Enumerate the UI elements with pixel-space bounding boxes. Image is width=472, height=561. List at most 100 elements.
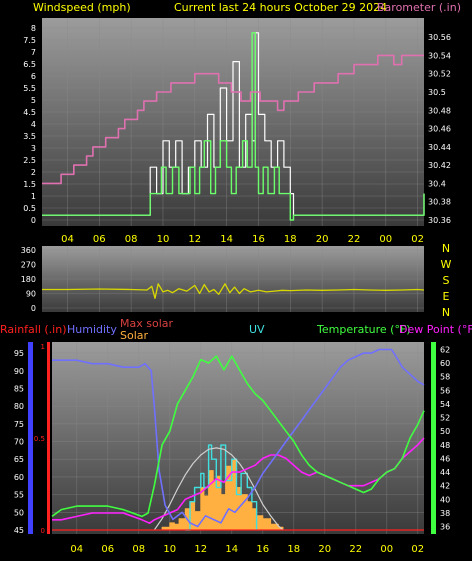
barometer-tick: 30.46 bbox=[428, 125, 451, 134]
windspeed-tick: 8 bbox=[31, 24, 36, 33]
compass-tick: N bbox=[442, 306, 450, 319]
top-time-axis: 04 06 08 10 12 14 16 18 20 22 00 02 bbox=[61, 234, 424, 245]
temperature-tick: 48 bbox=[440, 441, 450, 450]
windspeed-tick: 4 bbox=[31, 120, 36, 129]
barometer-axis: 30.36 30.38 30.4 30.42 30.44 30.46 30.48 30.5 30… bbox=[428, 33, 451, 225]
time-tick: 08 bbox=[132, 544, 145, 555]
time-tick: 18 bbox=[287, 544, 300, 555]
temperature-tick: 52 bbox=[440, 414, 450, 423]
direction-tick: 90 bbox=[26, 290, 36, 299]
windspeed-tick: 5 bbox=[31, 96, 36, 105]
rain-axis-bar bbox=[47, 342, 50, 534]
time-tick: 10 bbox=[163, 544, 176, 555]
solar-label: Solar bbox=[120, 329, 149, 342]
time-tick: 04 bbox=[61, 234, 74, 245]
humidity-tick: 70 bbox=[14, 438, 24, 447]
temperature-tick: 46 bbox=[440, 454, 450, 463]
bottom-time-axis: 04 06 08 10 12 14 16 18 20 22 00 02 bbox=[70, 544, 424, 555]
barometer-tick: 30.38 bbox=[428, 198, 451, 207]
temperature-tick: 40 bbox=[440, 495, 450, 504]
barometer-title: Barometer (.in) bbox=[377, 1, 461, 14]
temperature-label: Temperature (°F) bbox=[316, 323, 411, 336]
barometer-tick: 30.42 bbox=[428, 161, 451, 170]
temperature-tick: 42 bbox=[440, 482, 450, 491]
humidity-tick: 95 bbox=[14, 349, 24, 358]
compass-tick: W bbox=[441, 258, 452, 271]
direction-tick: 270 bbox=[21, 261, 36, 270]
time-tick: 12 bbox=[194, 544, 207, 555]
time-tick: 12 bbox=[188, 234, 201, 245]
windspeed-tick: 2.5 bbox=[23, 156, 36, 165]
time-tick: 18 bbox=[284, 234, 297, 245]
time-tick: 00 bbox=[379, 234, 392, 245]
windspeed-tick: 2 bbox=[31, 168, 36, 177]
temp-humidity-panel: 4550556065707580859095 00.51 36384042444… bbox=[14, 342, 450, 555]
temperature-tick: 58 bbox=[440, 373, 450, 382]
humidity-tick: 75 bbox=[14, 420, 24, 429]
windspeed-tick: 1.5 bbox=[23, 180, 36, 189]
time-tick: 00 bbox=[380, 544, 393, 555]
barometer-tick: 30.56 bbox=[428, 33, 451, 42]
temperature-tick: 36 bbox=[440, 523, 450, 532]
windspeed-tick: 6 bbox=[31, 72, 36, 81]
direction-degrees-axis: 0 90 180 270 360 bbox=[21, 246, 36, 313]
humidity-tick: 45 bbox=[14, 526, 24, 535]
humidity-tick: 90 bbox=[14, 367, 24, 376]
windspeed-tick: 4.5 bbox=[23, 108, 36, 117]
dew-point-label: Dew Point (°F) bbox=[399, 323, 472, 336]
uv-label: UV bbox=[249, 323, 265, 336]
humidity-label: Humidity bbox=[67, 323, 117, 336]
barometer-tick: 30.44 bbox=[428, 143, 451, 152]
windspeed-tick: 5.5 bbox=[23, 84, 36, 93]
time-tick: 20 bbox=[316, 234, 329, 245]
time-tick: 14 bbox=[225, 544, 238, 555]
humidity-axis: 45 50 55 60 65 70 75 80 85 90 95 bbox=[14, 349, 24, 535]
compass-tick: S bbox=[443, 274, 450, 287]
humidity-axis-bar bbox=[28, 342, 33, 534]
barometer-tick: 30.54 bbox=[428, 51, 451, 60]
windspeed-tick: 0 bbox=[31, 216, 36, 225]
humidity-tick: 60 bbox=[14, 473, 24, 482]
time-tick: 08 bbox=[125, 234, 138, 245]
windspeed-tick: 7 bbox=[31, 48, 36, 57]
temperature-tick: 44 bbox=[440, 468, 450, 477]
time-tick: 02 bbox=[411, 234, 424, 245]
direction-compass-axis: NWSEN bbox=[441, 242, 452, 319]
rainfall-tick: 1 bbox=[41, 343, 45, 351]
temperature-tick: 56 bbox=[440, 386, 450, 395]
humidity-tick: 80 bbox=[14, 402, 24, 411]
direction-tick: 180 bbox=[21, 275, 36, 284]
compass-tick: N bbox=[442, 242, 450, 255]
direction-tick: 360 bbox=[21, 246, 36, 255]
humidity-tick: 85 bbox=[14, 384, 24, 393]
time-tick: 16 bbox=[252, 234, 265, 245]
wind-barometer-panel: 00.511.522.533.544.555.566.577.58 30.363… bbox=[23, 18, 451, 245]
barometer-tick: 30.48 bbox=[428, 106, 451, 115]
time-tick: 20 bbox=[318, 544, 331, 555]
time-tick: 16 bbox=[256, 544, 269, 555]
temperature-axis: 36 38 40 42 44 46 48 50 52 54 56 58 60 62 bbox=[440, 345, 450, 531]
compass-tick: E bbox=[443, 290, 450, 303]
windspeed-tick: 0.5 bbox=[23, 204, 36, 213]
temperature-tick: 38 bbox=[440, 509, 450, 518]
windspeed-tick: 6.5 bbox=[23, 60, 36, 69]
rainfall-tick: 0 bbox=[41, 527, 45, 535]
temperature-tick: 54 bbox=[440, 400, 450, 409]
weather-charts: Windspeed (mph) Current last 24 hours Oc… bbox=[0, 1, 472, 555]
windspeed-tick: 1 bbox=[31, 192, 36, 201]
time-tick: 14 bbox=[220, 234, 233, 245]
time-tick: 22 bbox=[348, 234, 361, 245]
wind-direction-panel: 090180270360 NWSEN bbox=[21, 242, 452, 319]
time-tick: 10 bbox=[157, 234, 170, 245]
humidity-tick: 65 bbox=[14, 455, 24, 464]
barometer-tick: 30.5 bbox=[428, 88, 446, 97]
windspeed-title: Windspeed (mph) bbox=[33, 1, 131, 14]
direction-tick: 0 bbox=[31, 304, 36, 313]
windspeed-tick: 3.5 bbox=[23, 132, 36, 141]
time-tick: 06 bbox=[101, 544, 114, 555]
temperature-tick: 62 bbox=[440, 345, 450, 354]
time-tick: 22 bbox=[349, 544, 362, 555]
rainfall-axis: 00.51 bbox=[34, 343, 45, 535]
chart-period-title: Current last 24 hours October 29 2024 bbox=[174, 1, 387, 14]
time-tick: 02 bbox=[411, 544, 424, 555]
